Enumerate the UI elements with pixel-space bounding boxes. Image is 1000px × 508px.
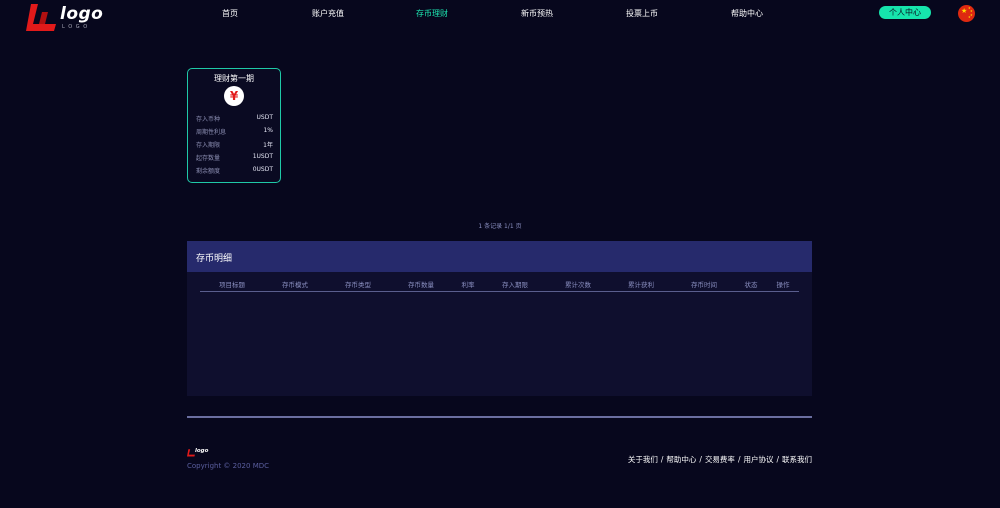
footer-link-fees[interactable]: 交易费率 bbox=[705, 455, 735, 464]
footer-links: 关于我们 / 帮助中心 / 交易费率 / 用户协议 / 联系我们 bbox=[560, 454, 812, 465]
row-value: 1USDT bbox=[252, 153, 273, 160]
footer-link-help[interactable]: 帮助中心 bbox=[666, 455, 696, 464]
row-key: 起存数量 bbox=[196, 155, 221, 162]
copyright-text: Copyright © 2020 MDC bbox=[187, 462, 270, 470]
product-card[interactable]: 理财第一期 ¥ 存入币种 USDT 周期性利息 1% 存入期限 1年 起存数量 … bbox=[187, 68, 281, 183]
row-key: 剩余额度 bbox=[196, 168, 221, 175]
top-navigation: logo LOGO 首页 账户充值 存币理财 新币预热 投票上币 帮助中心 个人… bbox=[0, 0, 1000, 31]
column-header-count: 累计次数 bbox=[565, 281, 591, 289]
column-header-status: 状态 bbox=[744, 281, 758, 289]
product-row: 起存数量 1USDT bbox=[196, 153, 273, 163]
column-header-rate: 利率 bbox=[461, 281, 475, 289]
logo-subtext: LOGO bbox=[62, 24, 91, 30]
column-header-deposit-type: 存币类型 bbox=[345, 281, 371, 289]
product-title: 理财第一期 bbox=[214, 74, 254, 83]
row-key: 存入币种 bbox=[196, 116, 221, 123]
product-row: 剩余额度 0USDT bbox=[196, 166, 273, 176]
footer-divider bbox=[187, 416, 812, 418]
nav-help[interactable]: 帮助中心 bbox=[731, 8, 763, 19]
column-header-project-title: 项目标题 bbox=[219, 281, 245, 289]
row-value: 1% bbox=[263, 127, 273, 134]
nav-newcoin[interactable]: 新币预热 bbox=[521, 8, 553, 19]
table-header-divider bbox=[200, 291, 799, 292]
row-value: 1年 bbox=[263, 142, 273, 149]
logo-mark-icon bbox=[26, 4, 56, 31]
nav-recharge[interactable]: 账户充值 bbox=[312, 8, 344, 19]
column-header-time: 存币时间 bbox=[691, 281, 717, 289]
coin-symbol: ¥ bbox=[229, 89, 239, 103]
column-header-action: 操作 bbox=[776, 281, 790, 289]
footer-link-contact[interactable]: 联系我们 bbox=[782, 455, 812, 464]
footer-link-agreement[interactable]: 用户协议 bbox=[743, 455, 773, 464]
row-key: 存入期限 bbox=[196, 142, 221, 149]
link-separator: / bbox=[776, 455, 779, 464]
footer-link-about[interactable]: 关于我们 bbox=[628, 455, 658, 464]
link-separator: / bbox=[699, 455, 702, 464]
row-value: USDT bbox=[256, 114, 274, 121]
product-row: 存入期限 1年 bbox=[196, 140, 273, 150]
pagination-info: 1 条记录 1/1 页 bbox=[478, 223, 522, 230]
column-header-profit: 累计获利 bbox=[628, 281, 654, 289]
footer-logo-word: logo bbox=[195, 448, 209, 454]
row-value: 0USDT bbox=[252, 166, 273, 173]
nav-deposit[interactable]: 存币理财 bbox=[416, 8, 448, 19]
yuan-coin-icon: ¥ bbox=[224, 86, 244, 106]
site-logo[interactable]: logo LOGO bbox=[26, 4, 104, 34]
column-header-deposit-mode: 存币模式 bbox=[282, 281, 308, 289]
records-table: 项目标题 存币模式 存币类型 存币数量 利率 存入期限 累计次数 累计获利 存币… bbox=[187, 272, 812, 396]
product-row: 存入币种 USDT bbox=[196, 114, 273, 124]
profile-center-button[interactable]: 个人中心 bbox=[879, 6, 931, 19]
logo-word: logo bbox=[60, 4, 104, 24]
china-flag-icon[interactable]: ★ ★ ★ ★ ★ bbox=[958, 5, 975, 22]
footer-logo[interactable]: logo bbox=[187, 448, 211, 458]
column-header-term: 存入期限 bbox=[502, 281, 528, 289]
row-key: 周期性利息 bbox=[196, 129, 227, 136]
product-row: 周期性利息 1% bbox=[196, 127, 273, 137]
records-panel-header: 存币明细 bbox=[187, 241, 812, 272]
column-header-deposit-amount: 存币数量 bbox=[408, 281, 434, 289]
nav-vote[interactable]: 投票上币 bbox=[626, 8, 658, 19]
nav-home[interactable]: 首页 bbox=[222, 8, 238, 19]
records-title: 存币明细 bbox=[196, 254, 233, 264]
